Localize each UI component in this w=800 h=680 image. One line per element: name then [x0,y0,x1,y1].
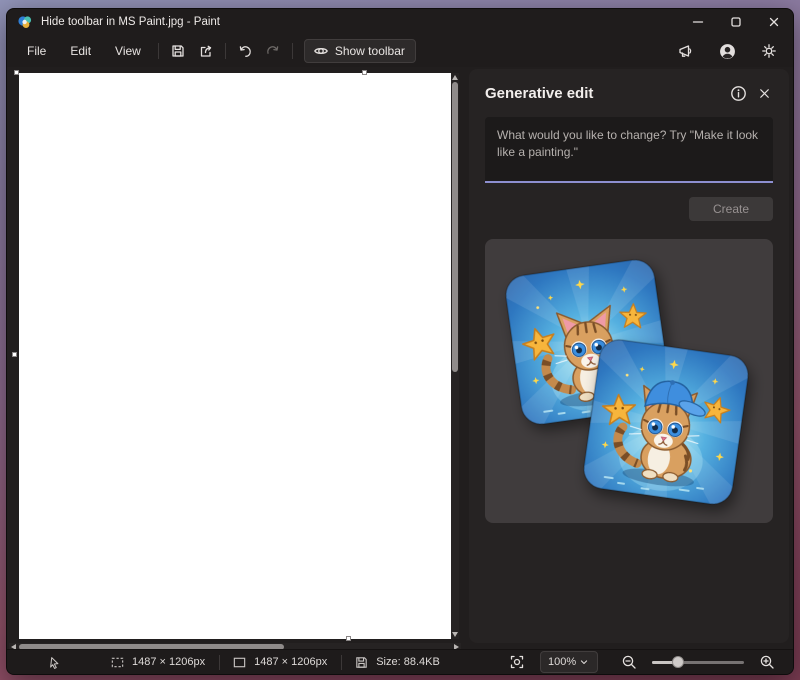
file-size-icon [354,655,369,670]
scroll-up-arrow-icon[interactable] [452,75,458,80]
save-icon [170,43,186,59]
info-icon [730,85,747,102]
redo-button[interactable] [259,39,287,63]
selection-size-status: 1487 × 1206px [110,655,205,670]
paint-app-icon [17,14,33,30]
titlebar: Hide toolbar in MS Paint.jpg - Paint [7,9,793,35]
zoom-slider[interactable] [652,656,744,668]
close-button[interactable] [755,9,793,35]
save-button[interactable] [164,39,192,63]
canvas[interactable] [19,73,451,639]
selection-size-icon [110,655,125,670]
generated-image-preview[interactable] [485,239,773,523]
chevron-down-icon [578,656,590,668]
cursor-pointer-icon [47,655,62,670]
zoom-slider-thumb[interactable] [672,656,684,668]
megaphone-icon [677,43,693,59]
menubar: File Edit View [7,35,793,67]
maximize-icon [728,14,744,30]
generative-edit-panel: Generative edit Create [469,69,789,643]
zoom-in-button[interactable] [753,650,781,674]
zoom-out-button[interactable] [615,650,643,674]
file-size-value: Size: 88.4KB [376,656,440,668]
statusbar: 1487 × 1206px 1487 × 1206px Size: 88.4KB [7,649,793,674]
settings-button[interactable] [755,39,783,63]
canvas-resize-handle-top-middle[interactable] [362,70,367,75]
maximize-button[interactable] [717,9,755,35]
share-icon [198,43,214,59]
menubar-divider [158,43,159,59]
feedback-button[interactable] [671,39,699,63]
window-title: Hide toolbar in MS Paint.jpg - Paint [41,16,220,28]
statusbar-divider [219,655,220,670]
panel-title: Generative edit [485,85,725,102]
zoom-in-icon [759,654,775,670]
canvas-resize-handle-top-left[interactable] [14,70,19,75]
canvas-resize-handle-left-middle[interactable] [12,352,17,357]
account-button[interactable] [713,39,741,63]
image-size-value: 1487 × 1206px [254,656,327,668]
image-size-status: 1487 × 1206px [232,655,327,670]
share-button[interactable] [192,39,220,63]
zoom-level-dropdown[interactable]: 100% [540,651,598,673]
zoom-out-icon [621,654,637,670]
panel-header: Generative edit [469,69,789,105]
gear-icon [761,43,777,59]
scroll-down-arrow-icon[interactable] [452,632,458,637]
vertical-scrollbar-thumb[interactable] [452,82,458,372]
canvas-resize-handle-bottom-middle[interactable] [346,636,351,641]
cat-cards-illustration [485,239,773,523]
undo-icon [237,43,253,59]
menu-file[interactable]: File [15,40,58,62]
content-area: Generative edit Create [7,67,793,649]
eye-icon [313,43,329,59]
minimize-button[interactable] [679,9,717,35]
paint-window: Hide toolbar in MS Paint.jpg - Paint Fil… [6,8,794,675]
menu-edit[interactable]: Edit [58,40,103,62]
menubar-divider [225,43,226,59]
image-size-icon [232,655,247,670]
info-button[interactable] [725,81,751,105]
file-size-status: Size: 88.4KB [354,655,440,670]
prompt-input[interactable] [485,117,773,183]
menu-view[interactable]: View [103,40,153,62]
close-icon [757,86,772,101]
vertical-scrollbar[interactable] [451,73,459,639]
minimize-icon [690,14,706,30]
fit-to-window-button[interactable] [503,650,531,674]
zoom-level-value: 100% [548,656,576,668]
statusbar-divider [341,655,342,670]
fit-to-window-icon [509,654,525,670]
active-tool-indicator [47,655,62,670]
create-button[interactable]: Create [689,197,773,221]
selection-size-value: 1487 × 1206px [132,656,205,668]
close-icon [766,14,782,30]
redo-icon [265,43,281,59]
undo-button[interactable] [231,39,259,63]
account-avatar-icon [719,43,736,60]
menubar-divider [292,43,293,59]
show-toolbar-button[interactable]: Show toolbar [304,39,416,63]
panel-close-button[interactable] [751,81,777,105]
show-toolbar-label: Show toolbar [335,44,405,58]
